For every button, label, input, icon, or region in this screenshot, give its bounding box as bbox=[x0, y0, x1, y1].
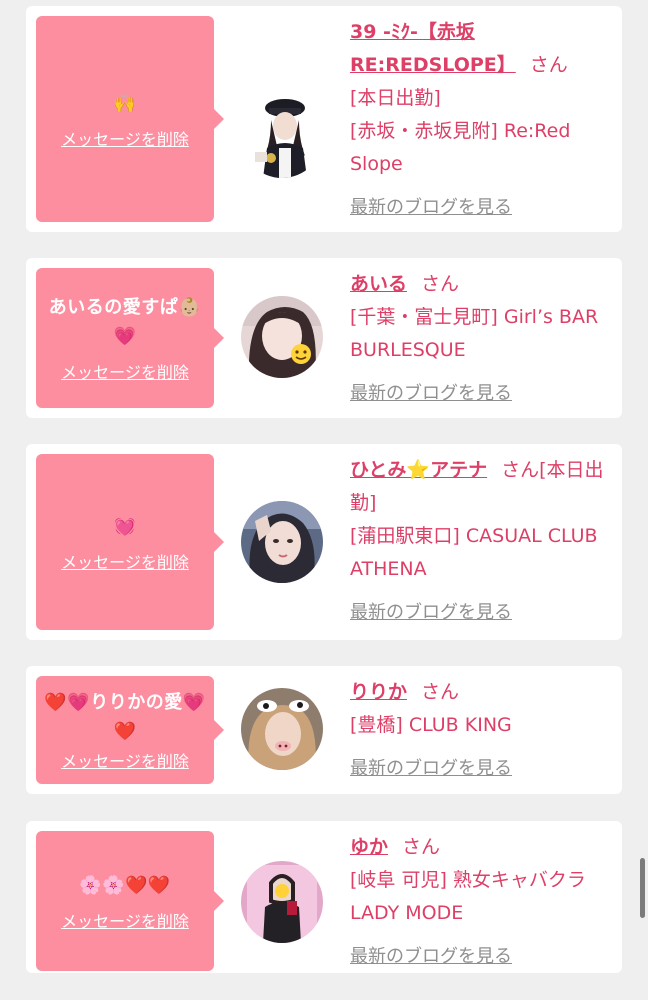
avatar-face-sticker-icon bbox=[241, 296, 323, 378]
shop-text: [千葉・富士見町] Girl’s BAR BURLESQUE bbox=[350, 306, 599, 361]
avatar[interactable] bbox=[241, 501, 323, 583]
list-item: 🙌 メッセージを削除 39 -ﾐｸ-【赤坂 RE:REDSLOPE】 さん [本日… bbox=[26, 6, 622, 232]
avatar-portrait-icon bbox=[241, 501, 323, 583]
cast-name-link[interactable]: あいる bbox=[350, 273, 407, 295]
cast-info: 39 -ﾐｸ-【赤坂 RE:REDSLOPE】 さん [本日出勤] [赤坂・赤坂見… bbox=[350, 16, 620, 224]
avatar[interactable] bbox=[241, 296, 323, 378]
message-text: ❤️💗りりかの愛💗❤️ bbox=[44, 692, 206, 742]
honorific: さん bbox=[529, 54, 568, 76]
avatar[interactable] bbox=[241, 861, 323, 943]
cast-name-link[interactable]: 39 -ﾐｸ-【赤坂 RE:REDSLOPE】 bbox=[350, 21, 516, 76]
cast-name-link[interactable]: ひとみ⭐アテナ bbox=[350, 459, 487, 481]
list-item: あいるの愛すぱ👶🏼💗 メッセージを削除 あいる さん [千葉・富士見町] Girl… bbox=[26, 258, 622, 418]
message-bubble: 🙌 メッセージを削除 bbox=[36, 16, 224, 222]
message-bubble: 💓 メッセージを削除 bbox=[36, 454, 224, 630]
delete-message-link[interactable]: メッセージを削除 bbox=[61, 908, 189, 932]
delete-message-link[interactable]: メッセージを削除 bbox=[61, 549, 189, 573]
message-bubble: ❤️💗りりかの愛💗❤️ メッセージを削除 bbox=[36, 676, 224, 784]
list-item: ❤️💗りりかの愛💗❤️ メッセージを削除 りりか さん [豊橋] CLUB KIN… bbox=[26, 666, 622, 794]
avatar-police-costume-icon bbox=[241, 96, 323, 178]
latest-blog-link[interactable]: 最新のブログを見る bbox=[350, 377, 620, 410]
message-text: あいるの愛すぱ👶🏼💗 bbox=[48, 297, 202, 347]
message-text: 💓 bbox=[113, 515, 137, 537]
cast-info: あいる さん [千葉・富士見町] Girl’s BAR BURLESQUE 最新の… bbox=[350, 268, 620, 410]
list-item: 🌸🌸❤️❤️ メッセージを削除 ゆか さん [岐阜 可児] 熟女キャバクラ LAD… bbox=[26, 821, 622, 973]
latest-blog-link[interactable]: 最新のブログを見る bbox=[350, 596, 620, 629]
message-bubble: あいるの愛すぱ👶🏼💗 メッセージを削除 bbox=[36, 268, 224, 408]
cast-info: ひとみ⭐アテナ さん[本日出勤] [蒲田駅東口] CASUAL CLUB ATHE… bbox=[350, 454, 620, 629]
cast-name-link[interactable]: ゆか bbox=[350, 836, 388, 858]
message-text: 🌸🌸❤️❤️ bbox=[79, 874, 171, 896]
scrollbar[interactable] bbox=[640, 858, 645, 918]
message-text: 🙌 bbox=[113, 92, 137, 114]
avatar[interactable] bbox=[241, 688, 323, 770]
shop-text: [豊橋] CLUB KING bbox=[350, 714, 512, 736]
avatar[interactable] bbox=[241, 96, 323, 178]
avatar-cow-filter-icon bbox=[241, 688, 323, 770]
honorific: さん bbox=[421, 273, 460, 295]
avatar-mirror-selfie-icon bbox=[241, 861, 323, 943]
latest-blog-link[interactable]: 最新のブログを見る bbox=[350, 940, 620, 973]
cast-info: ゆか さん [岐阜 可児] 熟女キャバクラ LADY MODE 最新のブログを見る bbox=[350, 831, 620, 973]
shop-text: [赤坂・赤坂見附] Re:Red Slope bbox=[350, 120, 571, 175]
cast-name-link[interactable]: りりか bbox=[350, 681, 407, 703]
status-text: [本日出勤] bbox=[350, 87, 441, 109]
delete-message-link[interactable]: メッセージを削除 bbox=[61, 748, 189, 772]
honorific: さん bbox=[421, 681, 460, 703]
cast-info: りりか さん [豊橋] CLUB KING 最新のブログを見る bbox=[350, 676, 620, 785]
honorific: さん bbox=[402, 836, 441, 858]
delete-message-link[interactable]: メッセージを削除 bbox=[61, 359, 189, 383]
message-bubble: 🌸🌸❤️❤️ メッセージを削除 bbox=[36, 831, 224, 971]
shop-text: [蒲田駅東口] CASUAL CLUB ATHENA bbox=[350, 525, 598, 580]
latest-blog-link[interactable]: 最新のブログを見る bbox=[350, 752, 620, 785]
latest-blog-link[interactable]: 最新のブログを見る bbox=[350, 191, 620, 224]
honorific: さん bbox=[501, 459, 540, 481]
shop-text: [岐阜 可児] 熟女キャバクラ LADY MODE bbox=[350, 869, 586, 924]
list-item: 💓 メッセージを削除 ひとみ⭐アテナ さん[本日出勤] [蒲田駅東口] CASUA… bbox=[26, 444, 622, 640]
delete-message-link[interactable]: メッセージを削除 bbox=[61, 126, 189, 150]
